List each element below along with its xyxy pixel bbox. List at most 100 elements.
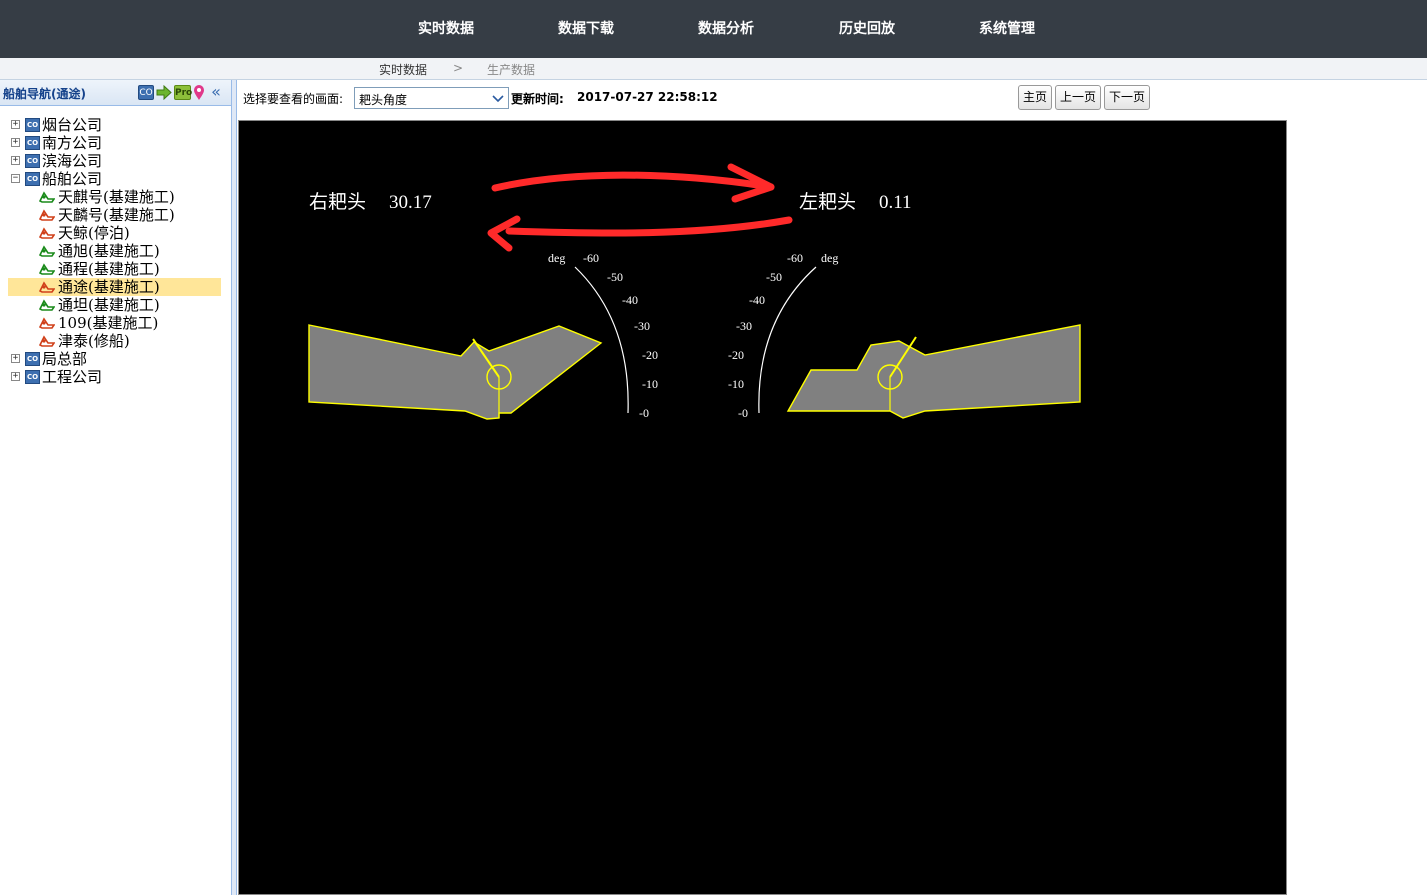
nav-data-download[interactable]: 数据下载 — [558, 18, 614, 38]
company-icon: CO — [25, 118, 40, 132]
pro-icon[interactable]: Pro — [174, 85, 192, 100]
left-gauge-tick-label: -0 — [738, 406, 748, 420]
nav-system-management[interactable]: 系统管理 — [979, 18, 1035, 38]
right-drag-arm — [308, 324, 603, 420]
left-gauge-tick-label: -30 — [736, 319, 752, 333]
tree-ship-node[interactable]: 109(基建施工) — [8, 314, 221, 332]
ship-icon — [39, 281, 55, 293]
expand-icon[interactable]: + — [11, 372, 20, 381]
ship-icon — [39, 209, 55, 221]
breadcrumb-realtime[interactable]: 实时数据 — [379, 61, 427, 78]
tree-ship-node[interactable]: 通旭(基建施工) — [8, 242, 221, 260]
tree-company-node[interactable]: + CO 局总部 — [0, 350, 231, 368]
left-gauge-tick-label: -20 — [728, 348, 744, 362]
tree-ship-node[interactable]: 通途(基建施工) — [8, 278, 221, 296]
left-gauge-tick-label: -60 — [787, 251, 803, 265]
tree-node-label: 局总部 — [42, 350, 88, 368]
sidebar-title: 船舶导航(通途) — [3, 87, 86, 101]
update-time-value: 2017-07-27 22:58:12 — [577, 90, 718, 104]
right-gauge-tick-label: -30 — [634, 319, 650, 333]
right-gauge-tick-label: -50 — [607, 270, 623, 284]
tree-node-label: 通途(基建施工) — [58, 278, 160, 296]
location-pin-icon[interactable] — [193, 85, 205, 100]
view-select[interactable]: 耙头角度 — [354, 87, 509, 109]
tree-ship-node[interactable]: 通坦(基建施工) — [8, 296, 221, 314]
tree-ship-node[interactable]: 天鲸(停泊) — [8, 224, 221, 242]
right-gauge-tick-label: -40 — [622, 293, 638, 307]
ship-icon — [39, 263, 55, 275]
ship-icon — [39, 335, 55, 347]
tree-ship-node[interactable]: 通程(基建施工) — [8, 260, 221, 278]
left-drag-arm — [786, 324, 1081, 419]
nav-history-playback[interactable]: 历史回放 — [839, 18, 895, 38]
sidebar: 船舶导航(通途) CO Pro « + CO 烟台公司 + CO 南方公司 + CO 滨海公司 −… — [0, 80, 232, 895]
left-gauge-tick-label: -10 — [728, 377, 744, 391]
expand-icon[interactable]: + — [11, 354, 20, 363]
tree-node-label: 通坦(基建施工) — [58, 296, 160, 314]
collapse-sidebar-icon[interactable]: « — [209, 84, 223, 100]
sidebar-header: 船舶导航(通途) CO Pro « — [0, 80, 231, 106]
tree-node-label: 天麒号(基建施工) — [58, 188, 175, 206]
drag-head-display: 右耙头 30.17 左耙头 0.11 deg -60 -50 -40 -30 -20 -1… — [238, 120, 1287, 895]
company-icon: CO — [25, 352, 40, 366]
route-arrow-icon[interactable] — [156, 84, 172, 101]
expand-icon[interactable]: + — [11, 120, 20, 129]
tree-ship-node[interactable]: 天麒号(基建施工) — [8, 188, 221, 206]
left-head-label: 左耙头 — [799, 191, 856, 213]
view-select-value: 耙头角度 — [359, 93, 408, 107]
tree-ship-node[interactable]: 天麟号(基建施工) — [8, 206, 221, 224]
left-gauge-tick-label: -40 — [749, 293, 765, 307]
left-head-value: 0.11 — [879, 192, 912, 213]
right-gauge-tick-label: -10 — [642, 377, 658, 391]
right-gauge-tick-label: -20 — [642, 348, 658, 362]
right-gauge-tick-label: -0 — [639, 406, 649, 420]
tree-node-label: 通程(基建施工) — [58, 260, 160, 278]
tree-node-label: 109(基建施工) — [58, 314, 159, 332]
left-gauge-unit: deg — [821, 251, 838, 265]
tree-node-label: 烟台公司 — [42, 116, 103, 134]
tree-node-label: 工程公司 — [42, 368, 103, 386]
next-page-button[interactable]: 下一页 — [1104, 85, 1150, 110]
company-icon: CO — [25, 370, 40, 384]
nav-data-analysis[interactable]: 数据分析 — [698, 18, 754, 38]
tree-node-label: 滨海公司 — [42, 152, 103, 170]
chevron-down-icon — [492, 95, 504, 103]
tree-company-node[interactable]: + CO 工程公司 — [0, 368, 231, 386]
right-head-label: 右耙头 — [309, 191, 366, 213]
tree-node-label: 天麟号(基建施工) — [58, 206, 175, 224]
sidebar-splitter[interactable] — [232, 80, 237, 895]
tree-company-node[interactable]: − CO 船舶公司 — [0, 170, 231, 188]
prev-page-button[interactable]: 上一页 — [1055, 85, 1101, 110]
update-time-label: 更新时间: — [511, 92, 564, 106]
home-button[interactable]: 主页 — [1018, 85, 1052, 110]
ship-icon — [39, 299, 55, 311]
tree-node-label: 南方公司 — [42, 134, 103, 152]
ship-icon — [39, 317, 55, 329]
right-head-value: 30.17 — [389, 192, 432, 213]
right-gauge-unit: deg — [548, 251, 565, 265]
ship-icon — [39, 191, 55, 203]
swap-arrows — [487, 163, 793, 252]
tree-node-label: 天鲸(停泊) — [58, 224, 130, 242]
breadcrumb-production: 生产数据 — [487, 63, 536, 77]
nav-realtime-data[interactable]: 实时数据 — [418, 18, 474, 38]
tree-company-node[interactable]: + CO 烟台公司 — [0, 116, 231, 134]
tree-node-label: 船舶公司 — [42, 170, 103, 188]
company-filter-icon[interactable]: CO — [138, 85, 154, 100]
ship-icon — [39, 245, 55, 257]
company-icon: CO — [25, 172, 40, 186]
tree-company-node[interactable]: + CO 滨海公司 — [0, 152, 231, 170]
expand-icon[interactable]: + — [11, 138, 20, 147]
top-nav-bar: 实时数据 数据下载 数据分析 历史回放 系统管理 — [0, 0, 1427, 58]
tree-ship-node[interactable]: 津泰(修船) — [8, 332, 221, 350]
expand-icon[interactable]: + — [11, 156, 20, 165]
tree-node-label: 通旭(基建施工) — [58, 242, 160, 260]
right-gauge-tick-label: -60 — [583, 251, 599, 265]
collapse-icon[interactable]: − — [11, 174, 20, 183]
tree-company-node[interactable]: + CO 南方公司 — [0, 134, 231, 152]
breadcrumb: 实时数据 > 生产数据 — [0, 58, 1427, 80]
view-toolbar: 选择要查看的画面: 耙头角度 更新时间: 2017-07-27 22:58:12… — [238, 80, 1427, 120]
tree-node-label: 津泰(修船) — [58, 332, 130, 350]
view-select-label: 选择要查看的画面: — [243, 92, 344, 106]
left-gauge-tick-label: -50 — [766, 270, 782, 284]
